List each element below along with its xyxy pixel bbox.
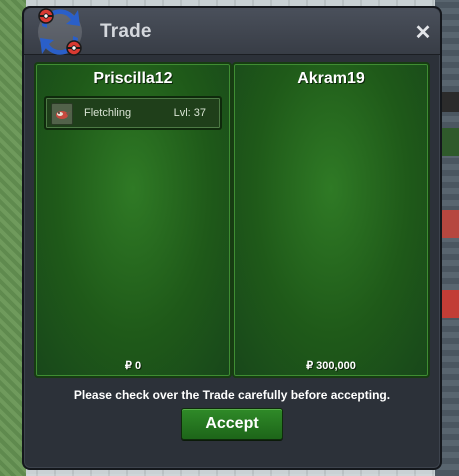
- left-money: ₽ 0: [124, 360, 142, 372]
- accept-button[interactable]: Accept: [181, 408, 283, 440]
- close-icon[interactable]: ✕: [414, 23, 432, 43]
- pokemon-sprite-icon: [51, 103, 73, 125]
- trade-window: Trade ✕ Priscilla12 Fletchling Lvl: 37 ₽…: [22, 6, 442, 470]
- left-player-name: Priscilla12: [93, 70, 173, 87]
- trade-titlebar[interactable]: Trade ✕: [24, 8, 440, 56]
- trade-notice: Please check over the Trade carefully be…: [73, 388, 391, 402]
- partner-offer-panel: Akram19 ₽ 300,000: [232, 62, 430, 378]
- right-money: ₽ 300,000: [306, 360, 356, 372]
- item-name: Fletchling: [84, 107, 132, 119]
- right-player-name: Akram19: [297, 70, 365, 87]
- trade-item-slot[interactable]: Fletchling Lvl: 37: [44, 96, 222, 130]
- trade-arrows-icon: [38, 8, 82, 56]
- item-level: Lvl: 37: [173, 107, 206, 119]
- window-title: Trade: [100, 21, 152, 42]
- my-offer-panel: Priscilla12 Fletchling Lvl: 37 ₽ 0: [34, 62, 232, 378]
